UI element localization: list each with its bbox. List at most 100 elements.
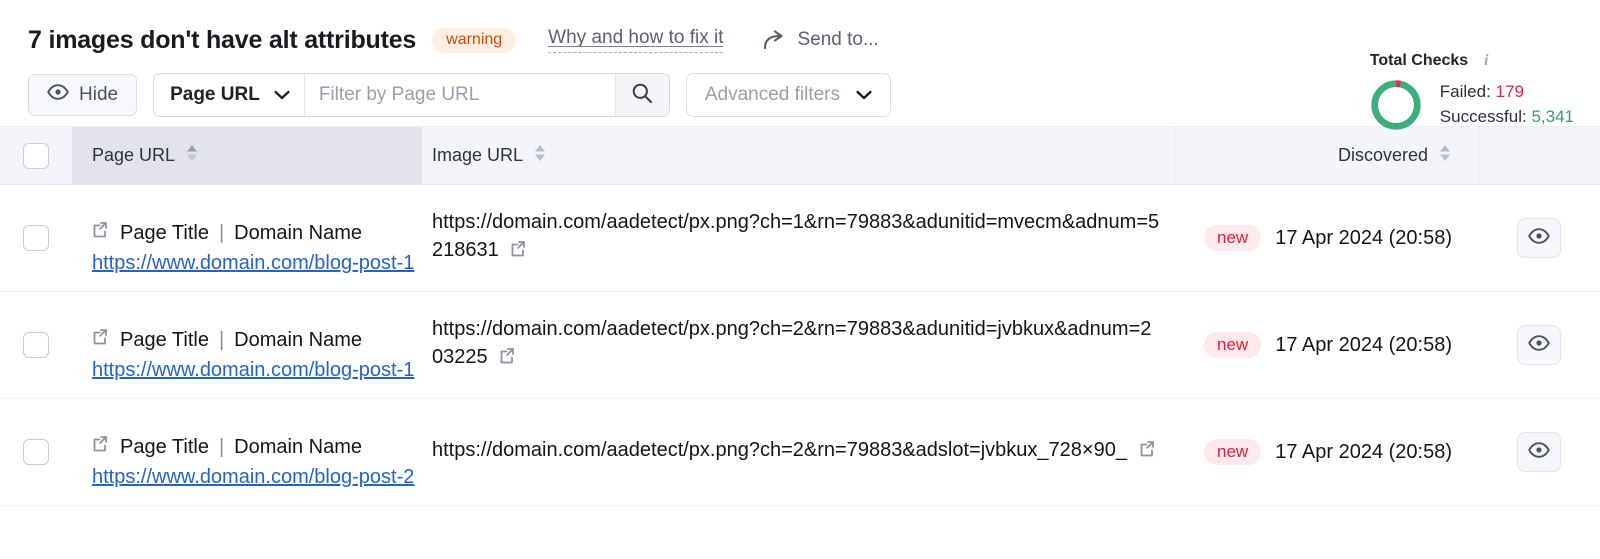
advanced-filters-label: Advanced filters [704,84,841,105]
page-url-cell: Page Title | Domain Name https://www.dom… [72,399,422,505]
table-row: Page Title | Domain Name https://www.dom… [0,399,1600,506]
preview-button[interactable] [1517,325,1561,365]
external-link-icon[interactable] [92,434,110,461]
send-to-label: Send to... [797,29,879,50]
chevron-down-icon [274,84,290,106]
total-checks-donut-chart [1371,80,1421,130]
eye-icon [1528,441,1550,463]
image-url-cell: https://domain.com/aadetect/px.png?ch=1&… [422,185,1174,291]
failed-label: Failed: [1439,82,1491,102]
column-header-page-url[interactable]: Page URL [72,127,422,184]
page-url-cell: Page Title | Domain Name https://www.dom… [72,292,422,398]
status-badge: warning [432,27,517,53]
column-header-discovered[interactable]: Discovered [1174,127,1478,184]
page-domain-text: Domain Name [234,221,362,244]
total-checks-stats: Failed: 179 Successful: 5,341 [1440,80,1574,129]
sort-arrows-icon [1438,143,1452,168]
discovered-date: 17 Apr 2024 (20:58) [1275,440,1452,463]
search-button[interactable] [614,74,669,116]
row-checkbox[interactable] [23,332,49,358]
chevron-down-icon [856,84,872,106]
why-and-how-to-fix-it-link[interactable]: Why and how to fix it [548,27,724,53]
page-url-link[interactable]: https://www.domain.com/blog-post-2 [92,464,414,491]
total-checks-body: Failed: 179 Successful: 5,341 [1368,77,1574,133]
column-header-image-url[interactable]: Image URL [422,127,1174,184]
image-url-cell: https://domain.com/aadetect/px.png?ch=2&… [422,399,1174,505]
filter-group: Page URL [153,73,670,117]
page-title: 7 images don't have alt attributes [28,25,417,54]
page-url-cell: Page Title | Domain Name https://www.dom… [72,185,422,291]
image-url-text: https://domain.com/aadetect/px.png?ch=2&… [432,439,1127,462]
page-domain-text: Domain Name [234,328,362,351]
row-actions-cell [1478,399,1600,505]
select-all-cell [0,127,72,184]
column-header-label: Page URL [92,145,176,165]
failed-stat: Failed: 179 [1440,80,1574,105]
external-link-icon[interactable] [92,220,110,247]
sort-arrows-icon [185,143,199,168]
discovered-date: 17 Apr 2024 (20:58) [1275,226,1452,249]
page-title-line: Page Title | Domain Name [92,434,414,461]
share-arrow-icon [763,30,787,50]
table-row: Page Title | Domain Name https://www.dom… [0,292,1600,399]
image-url-text: https://domain.com/aadetect/px.png?ch=2&… [432,318,1152,368]
search-icon [631,82,653,109]
discovered-cell: new 17 Apr 2024 (20:58) [1174,399,1478,505]
filter-field-value: Page URL [170,84,260,105]
total-checks-label: Total Checks [1369,52,1469,69]
discovered-cell: new 17 Apr 2024 (20:58) [1174,185,1478,291]
page-header: 7 images don't have alt attributes warni… [0,0,1600,64]
page-title-text: Page Title [120,221,209,244]
select-all-checkbox[interactable] [23,142,49,169]
column-header-label: Image URL [432,145,524,165]
info-icon[interactable]: i [1478,53,1494,69]
new-badge: new [1204,439,1262,465]
page-title-line: Page Title | Domain Name [92,220,414,247]
total-checks-header: Total Checks i [1368,52,1574,70]
page-domain-text: Domain Name [234,435,362,458]
advanced-filters-button[interactable]: Advanced filters [685,73,892,117]
total-checks-widget: Total Checks i Failed: 179 Successful: 5… [1368,52,1574,133]
failed-value: 179 [1495,82,1524,102]
row-actions-cell [1478,185,1600,291]
title-separator: | [218,435,225,458]
new-badge: new [1204,332,1262,358]
column-header-label: Discovered [1337,145,1428,165]
table-header-row: Page URL Image URL Discovered [0,127,1600,185]
title-separator: | [218,221,225,244]
title-separator: | [218,328,225,351]
successful-label: Successful: [1439,107,1527,126]
hide-button[interactable]: Hide [28,74,138,116]
filters-toolbar: Hide Page URL Advanced filters [0,64,1600,126]
external-link-icon[interactable] [510,239,528,267]
discovered-cell: new 17 Apr 2024 (20:58) [1174,292,1478,398]
sort-arrows-icon [533,143,547,168]
eye-icon [1528,334,1550,356]
image-url-cell: https://domain.com/aadetect/px.png?ch=2&… [422,292,1174,398]
row-select-cell [0,292,72,398]
page-title-text: Page Title [120,328,209,351]
page-url-link[interactable]: https://www.domain.com/blog-post-1 [92,357,414,384]
filter-field-select[interactable]: Page URL [154,74,305,116]
new-badge: new [1204,225,1262,251]
row-checkbox[interactable] [23,225,49,251]
external-link-icon[interactable] [499,346,517,374]
preview-button[interactable] [1517,218,1561,258]
external-link-icon[interactable] [1139,439,1157,467]
column-header-actions [1478,127,1600,184]
row-actions-cell [1478,292,1600,398]
send-to-button[interactable]: Send to... [763,29,879,51]
row-select-cell [0,185,72,291]
row-select-cell [0,399,72,505]
page-title-text: Page Title [120,435,209,458]
eye-icon [47,84,69,106]
search-input[interactable] [304,74,615,116]
page-url-link[interactable]: https://www.domain.com/blog-post-1 [92,250,414,277]
discovered-date: 17 Apr 2024 (20:58) [1275,333,1452,356]
row-checkbox[interactable] [23,439,49,465]
hide-label: Hide [79,84,119,105]
preview-button[interactable] [1517,432,1561,472]
successful-stat: Successful: 5,341 [1440,105,1574,130]
external-link-icon[interactable] [92,327,110,354]
image-url-text: https://domain.com/aadetect/px.png?ch=1&… [432,211,1160,261]
